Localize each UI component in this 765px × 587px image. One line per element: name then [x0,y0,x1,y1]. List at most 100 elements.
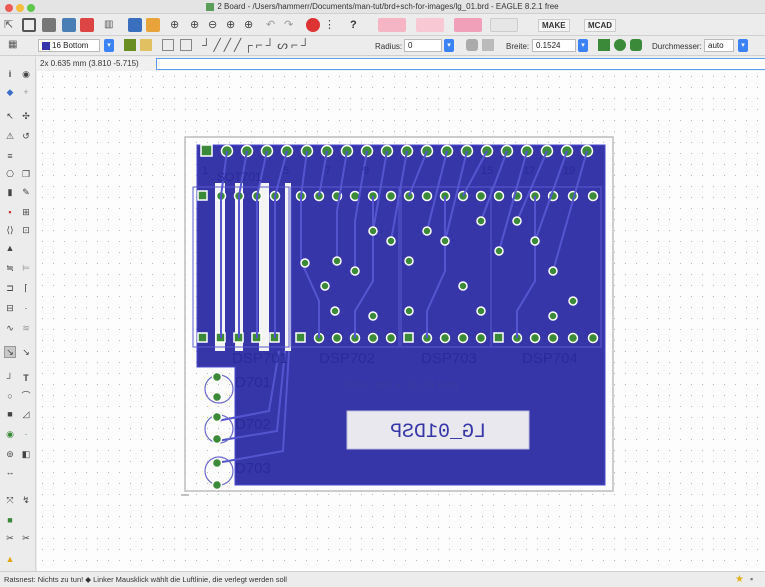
round-corner-icon[interactable] [466,39,478,51]
go-icon[interactable]: ⋮ [324,18,338,32]
via-round-icon[interactable] [614,39,626,51]
diff-pair-icon[interactable]: ≋ [21,323,31,333]
show-icon[interactable]: ◉ [21,69,31,79]
replace-icon[interactable]: ▪ [5,207,15,217]
diameter-arrow[interactable]: ▾ [738,39,748,52]
drc-icon[interactable]: ■ [5,515,15,525]
minimize-window-button[interactable] [16,4,24,12]
radius-arrow[interactable]: ▾ [444,39,454,52]
status-star-icon[interactable]: ★ [735,572,744,587]
paste-icon[interactable]: ❐ [21,169,31,179]
ultralibrarian-icon[interactable] [490,18,518,32]
erc-icon[interactable]: ✂ [21,533,31,543]
mcad-button[interactable]: MCAD [584,19,616,32]
print-icon[interactable] [42,18,56,32]
copy-icon[interactable]: ✣ [21,111,31,121]
group-icon[interactable]: ⎔ [5,169,15,179]
layers-icon[interactable]: ◆ [5,87,15,97]
bend-styles-icon[interactable]: ┘╱╱╱┌⌐┘ᔕ⌐┘ [202,38,312,52]
polygon-icon[interactable]: ◿ [21,409,31,419]
rotate-icon[interactable]: ↺ [21,131,31,141]
route-manual-icon[interactable]: ↘ [4,346,16,358]
cam-icon[interactable] [62,18,76,32]
zoom-select-icon[interactable]: ⊕ [226,18,240,32]
ratsnest-icon[interactable]: ⤧ [5,495,15,505]
warning-icon[interactable]: ▲ [5,554,15,564]
width-input[interactable]: 0.1524 [532,39,576,52]
text-icon[interactable]: T [21,373,31,383]
redo-icon[interactable]: ↷ [284,18,298,32]
zoom-last-icon[interactable]: ⊕ [244,18,258,32]
zoom-fit-icon[interactable]: ⊕ [170,18,184,32]
move-icon[interactable]: ↖ [5,111,15,121]
status-lock-icon[interactable]: ▪ [750,572,753,587]
script-icon[interactable] [80,18,94,32]
dimension-icon[interactable]: ↔ [5,467,15,477]
schematic-icon[interactable] [128,18,142,32]
mirrored-label-text: LG_01DSP [390,421,486,444]
save-icon[interactable] [22,18,36,32]
split-icon[interactable]: ⟨⟩ [5,225,15,235]
command-line-input[interactable] [156,58,765,70]
zoom-window-button[interactable] [27,4,35,12]
mark-icon[interactable]: + [21,87,31,97]
via-octagon-icon[interactable] [630,39,642,51]
route-icon[interactable]: ⊟ [5,303,15,313]
ulp-icon[interactable]: ▥ [104,18,118,32]
pcb-drawing[interactable]: LG_01DSP SOT701 DSP701 DSP702 DSP703 DSP… [37,71,765,571]
zoom-in-icon[interactable]: ⊕ [190,18,204,32]
make-button[interactable]: MAKE [538,19,570,32]
mirror-icon[interactable]: ⚠ [5,131,15,141]
via-square-icon[interactable] [598,39,610,51]
delete-icon[interactable]: ▮ [5,187,15,197]
lock-icon[interactable]: ▲ [5,243,15,253]
undo-icon[interactable]: ↶ [266,18,280,32]
via-icon[interactable] [140,39,152,51]
autorouter-icon[interactable]: ↯ [21,495,31,505]
part-label: DSP704 [522,350,578,367]
attribute-icon[interactable]: ◧ [21,449,31,459]
pin-number: 19 [563,165,575,177]
board-canvas[interactable]: LG_01DSP SOT701 DSP701 DSP702 DSP703 DSP… [37,71,765,571]
wire-bend-icon[interactable] [124,39,136,51]
miter-tool-icon[interactable]: ⊐ [5,283,15,293]
hole-icon[interactable]: ⊚ [5,449,15,459]
info-icon[interactable]: i [5,69,15,79]
width-label: Breite: [506,42,530,51]
help-icon[interactable]: ? [350,18,364,32]
width-arrow[interactable]: ▾ [578,39,588,52]
wire-icon[interactable]: ┘ [5,373,15,383]
change-icon[interactable]: ✎ [21,187,31,197]
open-icon[interactable]: ⇱ [4,18,18,32]
route-auto-icon[interactable]: ↘ [21,347,31,357]
circle-icon[interactable]: ○ [5,391,15,401]
via-tool-icon[interactable]: ◉ [5,429,15,439]
errors-icon[interactable]: ✂ [5,533,15,543]
fusion-icon[interactable] [454,18,482,32]
layer-select[interactable]: 16 Bottom [38,39,100,52]
value-icon[interactable]: ⊡ [21,225,31,235]
smash-icon[interactable]: ⊨ [21,263,31,273]
zoom-out-icon[interactable]: ⊖ [208,18,222,32]
board-switch-icon[interactable] [146,18,160,32]
name-icon[interactable]: ⊞ [21,207,31,217]
bend-style-1-icon[interactable] [180,39,192,51]
split-wire-icon[interactable]: ⌈ [21,283,31,293]
radius-input[interactable]: 0 [404,39,442,52]
ripup-icon[interactable]: · [21,303,31,313]
grid-icon[interactable]: ▦ [8,39,20,51]
design-link-icon[interactable] [378,18,406,32]
optimize-icon[interactable]: ≒ [5,263,15,273]
pcb-quote-icon[interactable] [416,18,444,32]
diameter-input[interactable]: auto [704,39,734,52]
stop-icon[interactable] [306,18,320,32]
bend-style-0-icon[interactable] [162,39,174,51]
meander-icon[interactable]: ∿ [5,323,15,333]
signal-icon[interactable]: · [21,429,31,439]
close-window-button[interactable] [5,4,13,12]
miter-icon[interactable] [482,39,494,51]
layer-select-arrow[interactable]: ▾ [104,39,114,52]
arc-icon[interactable]: ⌒ [21,391,31,401]
align-icon[interactable]: ≡ [5,151,15,161]
rect-icon[interactable]: ■ [5,409,15,419]
